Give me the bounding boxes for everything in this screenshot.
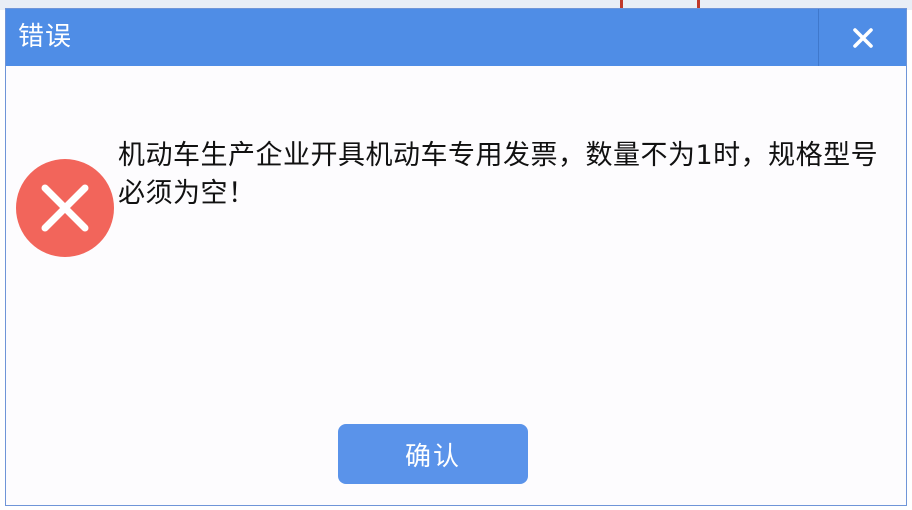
background-divider xyxy=(620,0,623,8)
close-button[interactable] xyxy=(820,9,906,66)
dialog-titlebar: 错误 xyxy=(6,9,906,66)
dialog-title: 错误 xyxy=(18,22,73,52)
titlebar-separator xyxy=(818,9,819,66)
close-icon xyxy=(853,27,873,48)
confirm-button[interactable]: 确认 xyxy=(338,424,528,484)
error-message: 机动车生产企业开具机动车专用发票，数量不为1时，规格型号必须为空！ xyxy=(118,140,879,209)
background-divider xyxy=(697,0,700,8)
error-icon xyxy=(16,159,114,257)
screen: 错误 机动车生产企业开具机动车专用发票，数量不为1时，规格型号必须为空！ 确认 xyxy=(0,0,912,510)
error-dialog: 错误 机动车生产企业开具机动车专用发票，数量不为1时，规格型号必须为空！ 确认 xyxy=(5,8,907,506)
